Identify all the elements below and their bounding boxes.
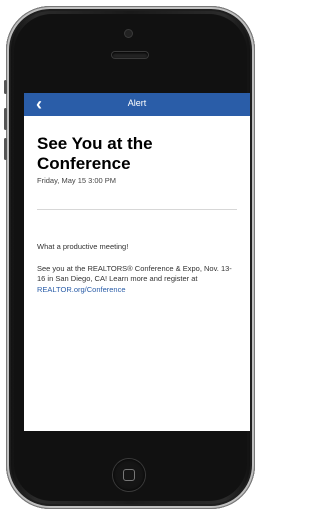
- alert-message-paragraph: See you at the REALTORS® Conference & Ex…: [37, 264, 237, 296]
- camera-icon: [125, 30, 132, 37]
- alert-date: Friday, May 15 3:00 PM: [37, 176, 117, 185]
- conference-link[interactable]: REALTOR.org/Conference: [37, 285, 126, 294]
- alert-message-line: What a productive meeting!: [37, 242, 129, 251]
- phone-screen: ‹ Alert See You at the Conference Friday…: [24, 93, 250, 431]
- nav-bar: ‹ Alert: [24, 93, 250, 116]
- alert-content: See You at the Conference Friday, May 15…: [24, 134, 250, 295]
- divider: [37, 209, 237, 210]
- alert-title: See You at the Conference: [37, 134, 153, 173]
- volume-down-button: [4, 138, 7, 160]
- home-button-icon[interactable]: [113, 459, 145, 491]
- nav-title: Alert: [127, 98, 147, 108]
- alert-message-text: See you at the REALTORS® Conference & Ex…: [37, 263, 232, 284]
- mute-switch: [4, 80, 7, 94]
- speaker-icon: [112, 52, 148, 58]
- volume-up-button: [4, 108, 7, 130]
- home-square-icon: [123, 469, 135, 481]
